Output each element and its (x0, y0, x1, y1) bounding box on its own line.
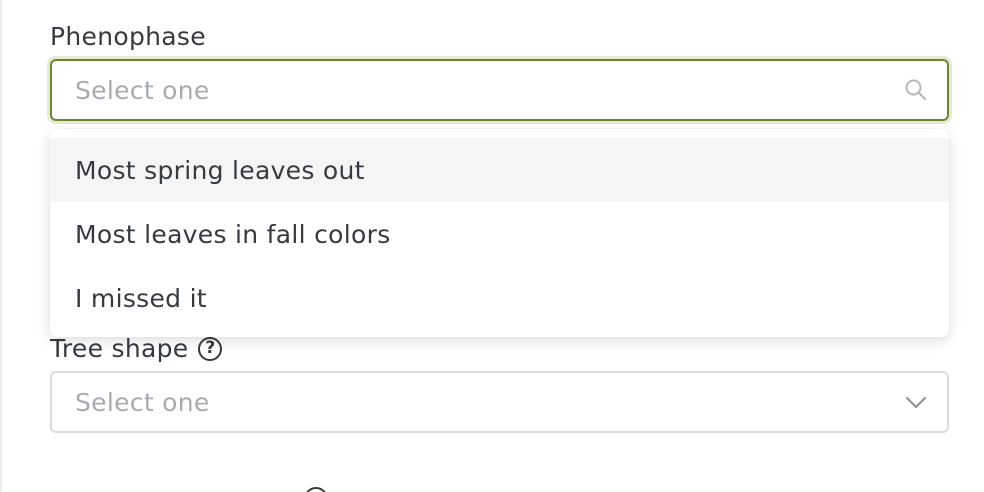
option-most-spring-leaves-out[interactable]: Most spring leaves out (50, 138, 949, 202)
option-i-missed-it[interactable]: I missed it (50, 266, 949, 330)
help-icon-partial (304, 487, 328, 492)
left-divider (0, 0, 2, 492)
tree-shape-placeholder: Select one (75, 387, 210, 417)
option-most-leaves-in-fall-colors[interactable]: Most leaves in fall colors (50, 202, 949, 266)
phenophase-dropdown-menu: Most spring leaves out Most leaves in fa… (50, 129, 949, 337)
chevron-down-icon (906, 397, 926, 408)
phenophase-label: Phenophase (50, 22, 206, 51)
tree-shape-label-row: Tree shape ? (50, 334, 223, 363)
phenophase-placeholder: Select one (75, 75, 210, 105)
search-icon (905, 79, 926, 100)
form-page: Phenophase Select one Tree shape ? Selec… (0, 0, 984, 492)
tree-shape-label: Tree shape (50, 334, 189, 363)
phenophase-select[interactable]: Select one (50, 59, 949, 121)
help-icon[interactable]: ? (198, 336, 223, 361)
tree-shape-select[interactable]: Select one (50, 371, 949, 433)
